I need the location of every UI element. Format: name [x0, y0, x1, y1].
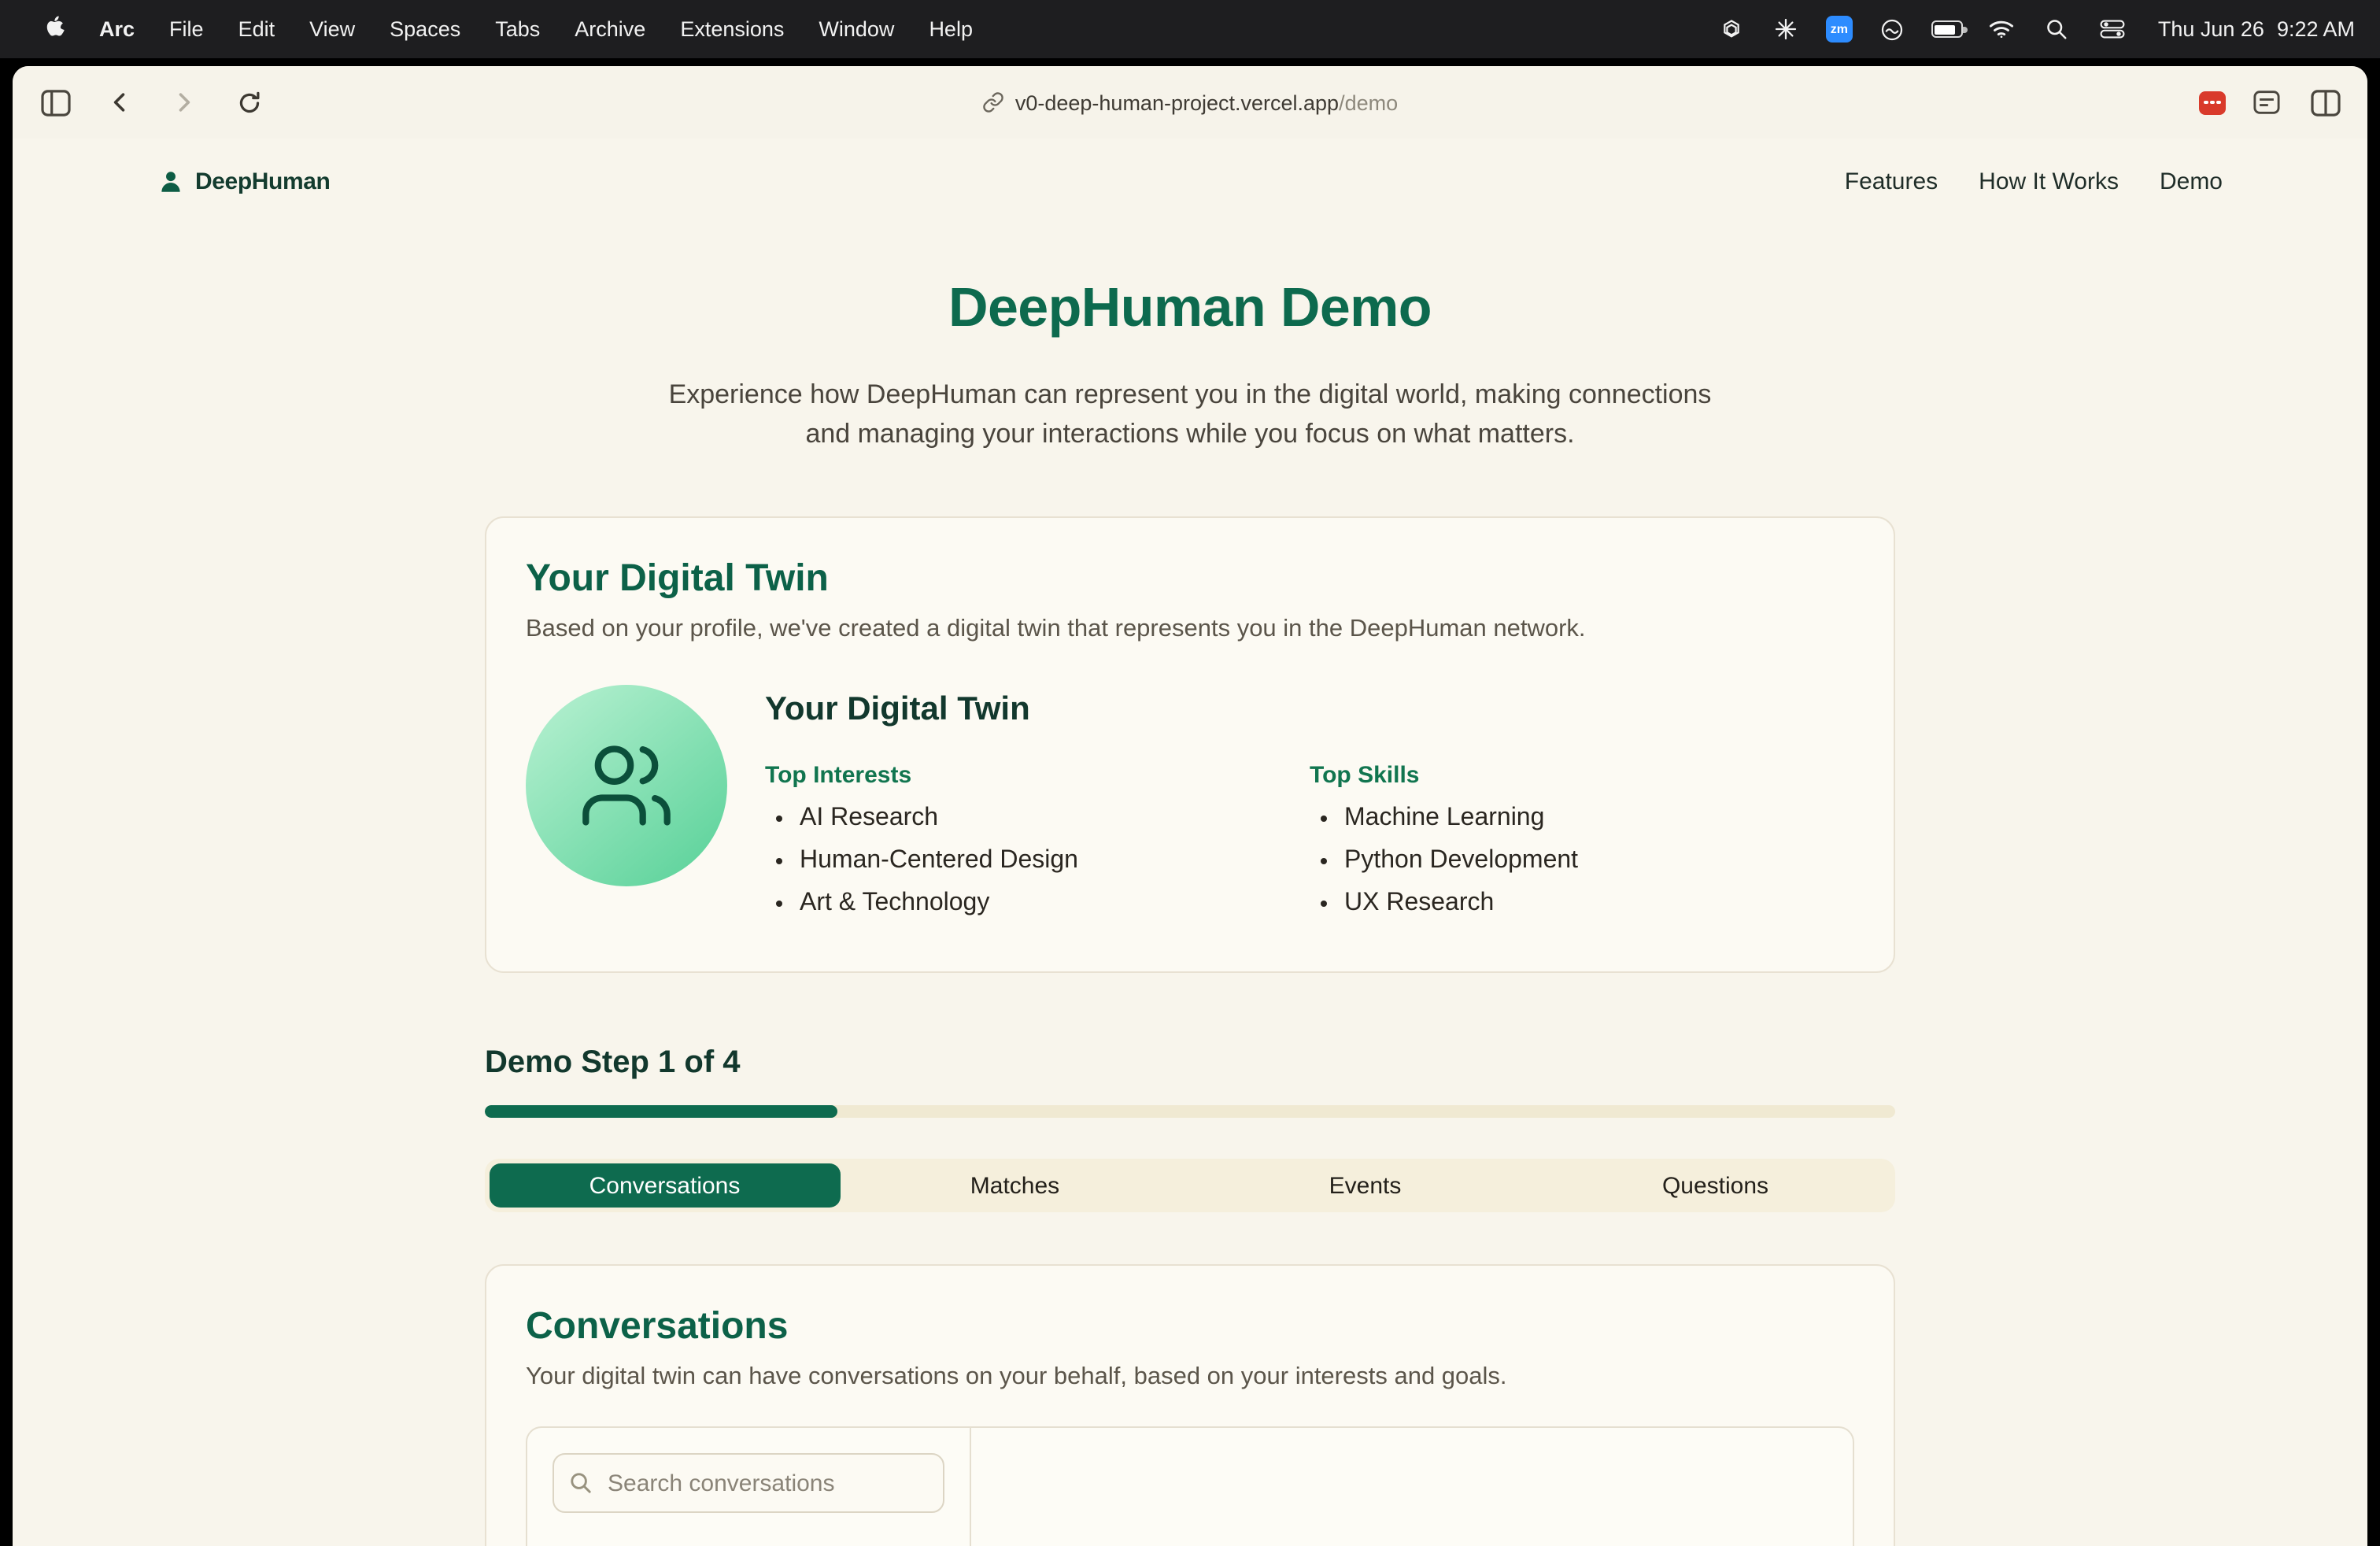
url-host: v0-deep-human-project.vercel.app — [1015, 91, 1339, 114]
menu-app-name[interactable]: Arc — [82, 17, 152, 41]
interests-column: Top Interests AI Research Human-Centered… — [765, 762, 1310, 932]
page-subtitle: Experience how DeepHuman can represent y… — [485, 375, 1895, 453]
skills-list: Machine Learning Python Development UX R… — [1310, 804, 1854, 918]
apple-logo-icon — [42, 14, 65, 44]
link-icon — [982, 91, 1004, 113]
chatgpt-icon[interactable] — [1716, 13, 1747, 45]
main-content: DeepHuman Demo Experience how DeepHuman … — [485, 277, 1895, 1546]
menu-tabs[interactable]: Tabs — [478, 17, 557, 41]
skills-label: Top Skills — [1310, 762, 1854, 789]
menu-view[interactable]: View — [292, 17, 372, 41]
conversations-panel: Alex's Twin 2 days ago I'll definitely i… — [526, 1426, 1854, 1546]
conversation-detail-pane — [971, 1428, 1853, 1546]
search-box — [552, 1453, 944, 1513]
menubar-clock[interactable]: Thu Jun 26 9:22 AM — [2152, 17, 2355, 41]
search-input[interactable] — [552, 1453, 944, 1513]
interests-label: Top Interests — [765, 762, 1310, 789]
twin-inner-title: Your Digital Twin — [765, 691, 1854, 729]
skills-column: Top Skills Machine Learning Python Devel… — [1310, 762, 1854, 932]
menu-help[interactable]: Help — [911, 17, 990, 41]
nav-how-it-works[interactable]: How It Works — [1979, 168, 2119, 194]
conversations-list-pane: Alex's Twin 2 days ago I'll definitely i… — [527, 1428, 971, 1546]
search-icon — [568, 1470, 593, 1496]
conversations-description: Your digital twin can have conversations… — [526, 1363, 1854, 1392]
reload-icon[interactable] — [231, 85, 266, 120]
tab-conversations[interactable]: Conversations — [490, 1163, 840, 1208]
back-icon[interactable] — [102, 85, 137, 120]
split-view-icon[interactable] — [2308, 85, 2342, 120]
skill-item: Python Development — [1344, 847, 1854, 875]
tab-matches[interactable]: Matches — [840, 1163, 1190, 1208]
interest-item: AI Research — [800, 804, 1310, 833]
interests-list: AI Research Human-Centered Design Art & … — [765, 804, 1310, 918]
boost-sliders-icon[interactable] — [2249, 85, 2284, 120]
tab-events[interactable]: Events — [1190, 1163, 1540, 1208]
twin-info: Your Digital Twin Top Interests AI Resea… — [765, 685, 1854, 932]
spotlight-search-icon[interactable] — [2042, 13, 2073, 45]
menubar-status-area: zm Thu Jun 26 9:22 AM — [1716, 13, 2355, 45]
brand-name: DeepHuman — [195, 168, 330, 194]
demo-progress-track — [485, 1105, 1895, 1118]
interest-item: Art & Technology — [800, 890, 1310, 918]
browser-toolbar: v0-deep-human-project.vercel.app/demo — [13, 66, 2367, 139]
zoom-app-badge[interactable]: zm — [1826, 16, 1853, 43]
starburst-icon[interactable] — [1771, 13, 1802, 45]
menubar-menus: Arc File Edit View Spaces Tabs Archive E… — [25, 14, 990, 44]
sidebar-toggle-icon[interactable] — [38, 85, 72, 120]
webpage: DeepHuman Features How It Works Demo Dee… — [13, 139, 2367, 1546]
url-path: /demo — [1339, 91, 1398, 114]
nav-features[interactable]: Features — [1845, 168, 1938, 194]
toolbar-left — [38, 85, 266, 120]
demo-progress-fill — [485, 1105, 837, 1118]
twin-profile: Your Digital Twin Top Interests AI Resea… — [526, 685, 1854, 932]
demo-step-label: Demo Step 1 of 4 — [485, 1045, 1895, 1082]
wifi-icon[interactable] — [1986, 13, 2018, 45]
battery-icon[interactable] — [1931, 13, 1963, 45]
browser-window: v0-deep-human-project.vercel.app/demo — [13, 66, 2367, 1546]
conversations-card: Conversations Your digital twin can have… — [485, 1264, 1895, 1546]
demo-progress: Demo Step 1 of 4 — [485, 1045, 1895, 1118]
extension-blocker-icon[interactable] — [2199, 91, 2226, 114]
macos-menubar: Arc File Edit View Spaces Tabs Archive E… — [0, 0, 2380, 58]
menu-window[interactable]: Window — [801, 17, 911, 41]
skill-item: Machine Learning — [1344, 804, 1854, 833]
brand-logo[interactable]: DeepHuman — [157, 168, 330, 194]
control-center-icon[interactable] — [2097, 13, 2128, 45]
menu-archive[interactable]: Archive — [557, 17, 663, 41]
menu-spaces[interactable]: Spaces — [372, 17, 478, 41]
menubar-date: Thu Jun 26 — [2158, 17, 2264, 41]
twin-card-title: Your Digital Twin — [526, 557, 1854, 601]
apple-menu[interactable] — [25, 14, 82, 44]
screen: Arc File Edit View Spaces Tabs Archive E… — [0, 0, 2380, 1546]
menubar-time: 9:22 AM — [2277, 17, 2355, 41]
menu-file[interactable]: File — [152, 17, 221, 41]
conversations-title: Conversations — [526, 1305, 1854, 1349]
users-icon — [578, 737, 675, 834]
person-icon — [157, 168, 184, 194]
twin-card-description: Based on your profile, we've created a d… — [526, 616, 1854, 644]
address-bar[interactable]: v0-deep-human-project.vercel.app/demo — [13, 66, 2367, 139]
site-header: DeepHuman Features How It Works Demo — [13, 139, 2367, 224]
skill-item: UX Research — [1344, 890, 1854, 918]
menu-edit[interactable]: Edit — [221, 17, 293, 41]
twin-avatar — [526, 685, 727, 886]
wave-app-icon[interactable] — [1876, 13, 1908, 45]
forward-icon[interactable] — [167, 85, 201, 120]
demo-tabs: Conversations Matches Events Questions — [485, 1159, 1895, 1212]
twin-columns: Top Interests AI Research Human-Centered… — [765, 762, 1854, 932]
hero: DeepHuman Demo Experience how DeepHuman … — [485, 277, 1895, 453]
toolbar-right — [2199, 85, 2342, 120]
page-title: DeepHuman Demo — [485, 277, 1895, 340]
url-text: v0-deep-human-project.vercel.app/demo — [1015, 91, 1398, 114]
tab-questions[interactable]: Questions — [1540, 1163, 1890, 1208]
menu-extensions[interactable]: Extensions — [663, 17, 801, 41]
digital-twin-card: Your Digital Twin Based on your profile,… — [485, 516, 1895, 973]
site-nav: Features How It Works Demo — [1845, 168, 2223, 194]
interest-item: Human-Centered Design — [800, 847, 1310, 875]
nav-demo[interactable]: Demo — [2160, 168, 2223, 194]
